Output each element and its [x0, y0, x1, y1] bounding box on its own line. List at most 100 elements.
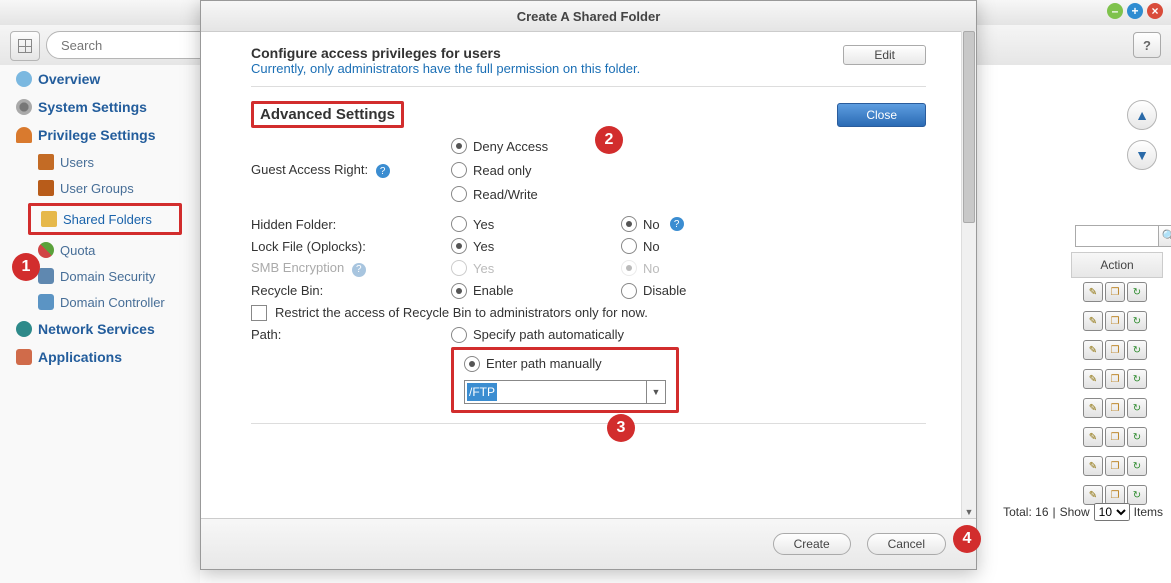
lock-yes-option[interactable]: Yes [451, 238, 581, 254]
guest-readwrite-option[interactable]: Read/Write [451, 186, 548, 202]
shield-icon [38, 268, 54, 284]
radio-icon [621, 283, 637, 299]
refresh-icon[interactable]: ↻ [1127, 311, 1147, 331]
path-auto-option[interactable]: Specify path automatically [451, 327, 639, 343]
user-icon [16, 127, 32, 143]
table-row-actions: ✎❐↻ [1083, 311, 1147, 331]
scroll-up-button[interactable]: ▲ [1127, 100, 1157, 130]
table-row-actions: ✎❐↻ [1083, 369, 1147, 389]
refresh-icon[interactable]: ↻ [1127, 485, 1147, 505]
sidebar-overview[interactable]: Overview [0, 65, 200, 93]
pager: Total: 16| Show 10 Items [1003, 503, 1163, 521]
open-icon[interactable]: ❐ [1105, 398, 1125, 418]
bin-enable-option[interactable]: Enable [451, 283, 581, 299]
dialog-scrollbar[interactable]: ▼ [961, 31, 976, 519]
lock-no-option[interactable]: No [621, 238, 660, 254]
cancel-button[interactable]: Cancel [867, 533, 946, 555]
globe-icon [16, 321, 32, 337]
edit-icon[interactable]: ✎ [1083, 311, 1103, 331]
restrict-recycle-checkbox[interactable] [251, 305, 267, 321]
scrollbar-thumb[interactable] [963, 31, 975, 223]
pager-show-label: Show [1060, 505, 1090, 519]
sidebar-privilege-settings[interactable]: Privilege Settings [0, 121, 200, 149]
help-icon: ? [352, 263, 366, 277]
edit-icon[interactable]: ✎ [1083, 456, 1103, 476]
minimize-icon[interactable]: – [1107, 3, 1123, 19]
refresh-icon[interactable]: ↻ [1127, 427, 1147, 447]
sidebar-system-settings[interactable]: System Settings [0, 93, 200, 121]
app-grid-button[interactable] [10, 31, 40, 61]
guest-readonly-option[interactable]: Read only [451, 162, 548, 178]
refresh-icon[interactable]: ↻ [1127, 340, 1147, 360]
chevron-down-icon[interactable]: ▼ [646, 381, 665, 403]
close-icon[interactable]: × [1147, 3, 1163, 19]
refresh-icon[interactable]: ↻ [1127, 456, 1147, 476]
open-icon[interactable]: ❐ [1105, 311, 1125, 331]
lock-file-label: Lock File (Oplocks): [251, 239, 451, 254]
recycle-bin-label: Recycle Bin: [251, 283, 451, 298]
radio-icon [451, 283, 467, 299]
open-icon[interactable]: ❐ [1105, 427, 1125, 447]
edit-button[interactable]: Edit [843, 45, 926, 65]
sidebar-domain-controller[interactable]: Domain Controller [0, 289, 200, 315]
callout-2: 2 [595, 126, 623, 154]
sidebar-applications[interactable]: Applications [0, 343, 200, 371]
radio-icon [621, 238, 637, 254]
search-icon[interactable]: 🔍 [1158, 225, 1171, 247]
sidebar-shared-folders[interactable]: Shared Folders [28, 203, 182, 235]
hidden-no-option[interactable]: No ? [621, 216, 684, 232]
grid-icon [18, 39, 32, 53]
users-icon [38, 154, 54, 170]
create-button[interactable]: Create [773, 533, 851, 555]
list-search-input[interactable]: 🔍 [1075, 225, 1159, 247]
open-icon[interactable]: ❐ [1105, 340, 1125, 360]
pager-size-select[interactable]: 10 [1094, 503, 1130, 521]
folder-icon [41, 211, 57, 227]
guest-deny-option[interactable]: Deny Access [451, 138, 548, 154]
scroll-down-icon[interactable]: ▼ [962, 505, 976, 519]
refresh-icon[interactable]: ↻ [1127, 282, 1147, 302]
configure-note: Currently, only administrators have the … [251, 61, 843, 76]
table-row-actions: ✎❐↻ [1083, 485, 1147, 505]
eye-icon [16, 71, 32, 87]
help-button[interactable]: ? [1133, 32, 1161, 58]
sidebar-users[interactable]: Users [0, 149, 200, 175]
edit-icon[interactable]: ✎ [1083, 398, 1103, 418]
open-icon[interactable]: ❐ [1105, 456, 1125, 476]
callout-4: 4 [953, 525, 981, 553]
table-row-actions: ✎❐↻ [1083, 456, 1147, 476]
window-controls: – + × [1107, 3, 1163, 19]
edit-icon[interactable]: ✎ [1083, 427, 1103, 447]
add-icon[interactable]: + [1127, 3, 1143, 19]
help-icon[interactable]: ? [670, 217, 684, 231]
pager-total: Total: 16 [1003, 505, 1048, 519]
bin-disable-option[interactable]: Disable [621, 283, 686, 299]
configure-heading: Configure access privileges for users [251, 45, 843, 61]
path-manual-option[interactable]: Enter path manually [464, 356, 626, 372]
sidebar-network-services[interactable]: Network Services [0, 315, 200, 343]
help-icon[interactable]: ? [376, 164, 390, 178]
hidden-yes-option[interactable]: Yes [451, 216, 581, 232]
edit-icon[interactable]: ✎ [1083, 485, 1103, 505]
refresh-icon[interactable]: ↻ [1127, 398, 1147, 418]
close-button[interactable]: Close [837, 103, 926, 127]
edit-icon[interactable]: ✎ [1083, 369, 1103, 389]
open-icon[interactable]: ❐ [1105, 369, 1125, 389]
pager-items-label: Items [1134, 505, 1163, 519]
dialog-title: Create A Shared Folder [201, 1, 976, 32]
callout-3: 3 [607, 414, 635, 442]
apps-icon [16, 349, 32, 365]
edit-icon[interactable]: ✎ [1083, 282, 1103, 302]
restrict-recycle-label: Restrict the access of Recycle Bin to ad… [275, 305, 648, 320]
path-combo[interactable]: /FTP ▼ [464, 380, 666, 404]
dialog-footer: Create Cancel [201, 518, 976, 569]
edit-icon[interactable]: ✎ [1083, 340, 1103, 360]
refresh-icon[interactable]: ↻ [1127, 369, 1147, 389]
radio-icon [621, 260, 637, 276]
radio-icon [451, 260, 467, 276]
column-header-action: Action [1071, 252, 1163, 278]
open-icon[interactable]: ❐ [1105, 485, 1125, 505]
open-icon[interactable]: ❐ [1105, 282, 1125, 302]
scroll-down-button[interactable]: ▼ [1127, 140, 1157, 170]
sidebar-user-groups[interactable]: User Groups [0, 175, 200, 201]
